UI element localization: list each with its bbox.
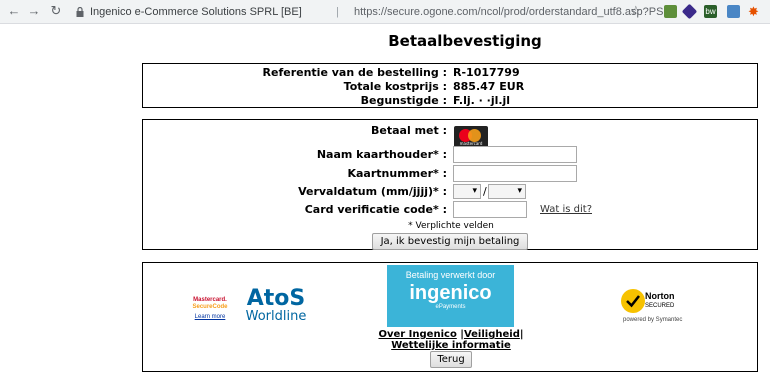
extension-icon[interactable]: bw: [704, 5, 717, 18]
total-row: Totale kostprijs : 885.47 EUR: [143, 80, 757, 94]
reload-icon[interactable]: ↻: [48, 3, 64, 19]
norton-secured: SECURED: [645, 303, 675, 309]
cardnumber-label: Kaartnummer* :: [347, 167, 447, 180]
url-separator: |: [336, 6, 339, 18]
cvc-input[interactable]: [453, 201, 527, 218]
expiry-year-select[interactable]: ▾: [488, 184, 526, 199]
footer-links: Over Ingenico |Veiligheid| Wettelijke in…: [351, 329, 551, 351]
back-arrow-icon[interactable]: ←: [6, 3, 22, 19]
pay-with-label: Betaal met :: [371, 124, 447, 137]
total-value: 885.47 EUR: [453, 80, 525, 93]
footer-logos: Mastercard. SecureCode Learn more AtoS W…: [142, 262, 758, 372]
ingenico-logo: Betaling verwerkt door ingenico ePayment…: [387, 265, 514, 327]
mc-secure-learn-more[interactable]: Learn more: [185, 314, 235, 321]
norton-text: Norton SECURED: [645, 291, 675, 311]
beneficiary-label: Begunstigde :: [360, 94, 447, 107]
extension-icon[interactable]: [681, 3, 698, 20]
cvc-label: Card verificatie code* :: [304, 203, 447, 216]
pay-with-row: Betaal met : mastercard: [143, 122, 757, 148]
ingenico-epayments: ePayments: [435, 304, 466, 310]
total-label: Totale kostprijs :: [343, 80, 447, 93]
mastercard-logo: mastercard: [454, 126, 488, 148]
legal-info-link[interactable]: Wettelijke informatie: [391, 340, 511, 351]
reference-label: Referentie van de bestelling :: [262, 66, 447, 79]
expiry-row: Vervaldatum (mm/jjjj)* : ▾ / ▾: [143, 183, 757, 201]
page-title: Betaalbevestiging: [388, 32, 542, 50]
cardholder-row: Naam kaarthouder* :: [143, 146, 757, 164]
norton-check-icon: [621, 289, 645, 313]
norton-name: Norton: [645, 291, 675, 301]
lock-icon: [76, 7, 84, 17]
forward-arrow-icon[interactable]: →: [26, 3, 42, 19]
expiry-separator: /: [483, 185, 487, 198]
reference-row: Referentie van de bestelling : R-1017799: [143, 66, 757, 80]
extension-icon[interactable]: [664, 5, 677, 18]
bookmark-star-icon[interactable]: ☆: [630, 4, 644, 18]
confirm-payment-button[interactable]: Ja, ik bevestig mijn betaling: [372, 233, 528, 250]
required-note: * Verplichte velden: [408, 221, 494, 231]
atos-wordmark: AtoS: [246, 286, 306, 311]
cardholder-input[interactable]: [453, 146, 577, 163]
worldline-wordmark: Worldline: [245, 309, 307, 324]
mc-secure-line2: SecureCode: [192, 304, 228, 310]
norton-powered-by: powered by Symantec: [623, 317, 683, 323]
mastercard-securecode-logo: Mastercard. SecureCode Learn more: [185, 297, 235, 321]
link-separator: |: [519, 329, 524, 340]
ingenico-processed-by: Betaling verwerkt door: [405, 270, 496, 280]
over-ingenico-link[interactable]: Over Ingenico: [378, 329, 456, 340]
mc-secure-line1: Mastercard.: [193, 297, 227, 303]
extension-icon[interactable]: ✸: [748, 5, 761, 18]
order-summary: Referentie van de bestelling : R-1017799…: [142, 63, 758, 108]
ingenico-wordmark: ingenico: [409, 282, 492, 304]
cardnumber-input[interactable]: [453, 165, 577, 182]
payment-form: Betaal met : mastercard Naam kaarthouder…: [142, 119, 758, 250]
browser-toolbar: ← → ↻ Ingenico e-Commerce Solutions SPRL…: [0, 0, 770, 24]
expiry-label: Vervaldatum (mm/jjjj)* :: [298, 185, 447, 198]
safety-link[interactable]: Veiligheid: [464, 329, 520, 340]
beneficiary-value: F.lj. · ·jl.jl: [453, 94, 511, 107]
beneficiary-row: Begunstigde : F.lj. · ·jl.jl: [143, 94, 757, 108]
cvc-row: Card verificatie code* : Wat is dit?: [143, 201, 757, 219]
reference-value: R-1017799: [453, 66, 520, 79]
url-text: https://secure.ogone.com/ncol/prod/order…: [354, 6, 664, 18]
back-button[interactable]: Terug: [430, 351, 472, 368]
cardnumber-row: Kaartnummer* :: [143, 165, 757, 183]
expiry-month-select[interactable]: ▾: [453, 184, 481, 199]
extension-icon[interactable]: [727, 5, 740, 18]
address-bar[interactable]: Ingenico e-Commerce Solutions SPRL [BE] …: [70, 2, 664, 22]
cvc-help-link[interactable]: Wat is dit?: [540, 201, 592, 219]
cardholder-label: Naam kaarthouder* :: [316, 148, 447, 161]
link-separator: |: [456, 329, 464, 340]
atos-worldline-logo: AtoS Worldline: [241, 288, 311, 324]
site-identity: Ingenico e-Commerce Solutions SPRL [BE]: [90, 6, 302, 18]
